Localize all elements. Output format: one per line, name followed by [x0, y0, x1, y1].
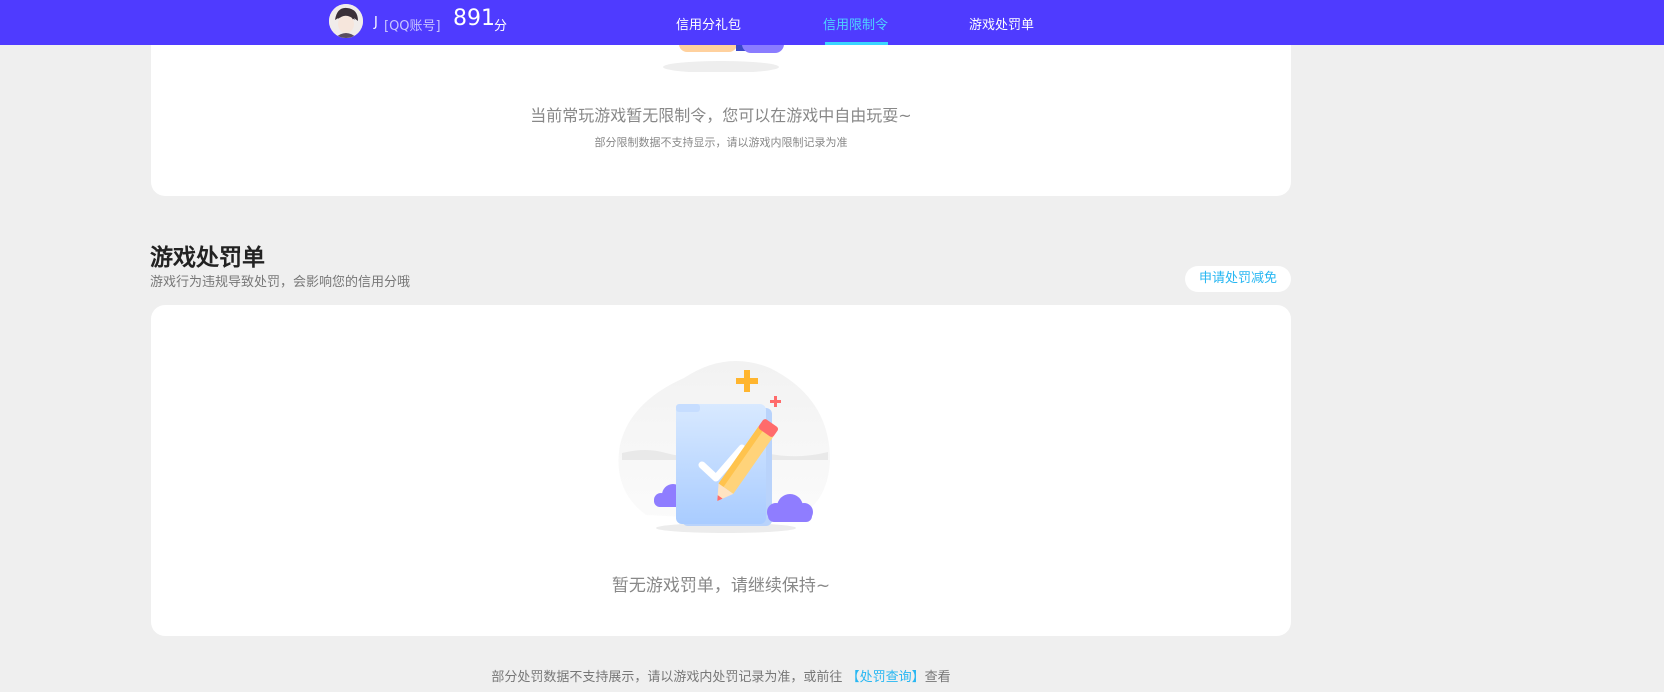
section-title: 游戏处罚单: [150, 245, 265, 271]
restriction-message: 当前常玩游戏暂无限制令，您可以在游戏中自由玩耍~: [530, 106, 912, 125]
penalty-card: 暂无游戏罚单，请继续保持~: [151, 305, 1291, 636]
empty-clipboard-illustration-icon: [618, 360, 830, 533]
avatar-image-icon: [329, 4, 363, 38]
account-type-label: [QQ账号]: [384, 19, 441, 34]
footer-note-prefix: 部分处罚数据不支持展示，请以游戏内处罚记录为准，或前往: [491, 670, 843, 685]
empty-penalty-message: 暂无游戏罚单，请继续保持~: [611, 576, 831, 596]
tab-credit-gift[interactable]: 信用分礼包: [676, 14, 741, 33]
apply-reduction-button[interactable]: 申请处罚减免: [1185, 266, 1291, 292]
restriction-note: 部分限制数据不支持显示，请以游戏内限制记录为准: [594, 136, 848, 149]
footer-note-suffix: 查看: [924, 670, 951, 685]
active-tab-indicator: [825, 42, 888, 45]
credit-score: 891: [453, 6, 495, 31]
top-nav-bar: J [QQ账号] 891 分 信用分礼包 信用限制令 游戏处罚单: [0, 0, 1664, 45]
tab-credit-restriction[interactable]: 信用限制令: [823, 14, 888, 33]
user-name: J: [374, 15, 378, 30]
tab-game-penalty[interactable]: 游戏处罚单: [969, 14, 1034, 33]
section-description: 游戏行为违规导致处罚，会影响您的信用分哦: [150, 275, 411, 290]
footer-note: 部分处罚数据不支持展示，请以游戏内处罚记录为准，或前往 【处罚查询】查看: [0, 666, 1442, 685]
avatar[interactable]: [329, 4, 363, 38]
penalty-query-link[interactable]: 【处罚查询】: [847, 670, 925, 685]
credit-score-unit: 分: [494, 19, 508, 34]
